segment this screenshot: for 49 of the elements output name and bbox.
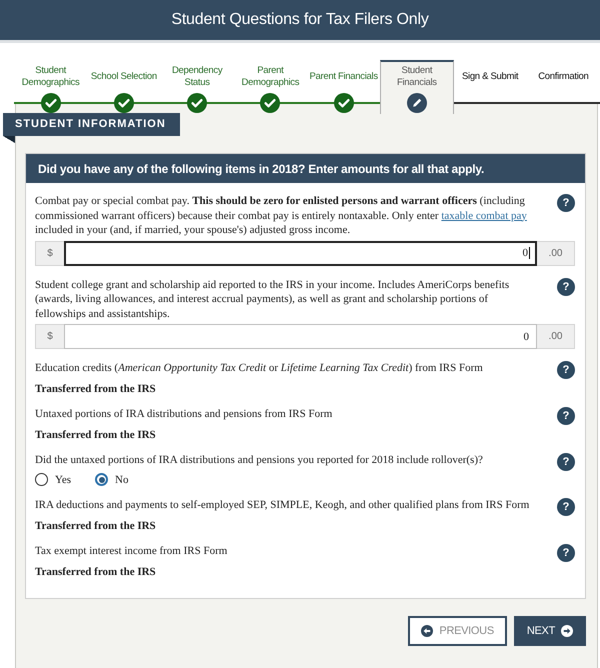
status-text: Transferred from the IRS [35,429,157,441]
radio-button[interactable] [95,473,108,486]
amount-field[interactable]: 0 [64,240,537,266]
next-button[interactable]: NEXT [514,616,586,646]
help-button[interactable]: ? [557,194,575,212]
option-label: Yes [55,474,72,486]
currency-prefix: $ [35,324,64,349]
help-button[interactable]: ? [557,361,575,379]
status-text: Transferred from the IRS [35,566,157,578]
check-icon [114,93,134,113]
status-text: Transferred from the IRS [35,520,157,532]
help-button[interactable]: ? [557,278,575,296]
check-icon [260,93,280,113]
radio-button[interactable] [35,473,48,486]
step-tab[interactable]: School Selection [87,60,160,114]
help-button[interactable]: ? [557,407,575,425]
step-tab[interactable]: Parent Demographics [234,60,307,114]
question-text: Untaxed portions of IRA distributions and pensions from IRS Form [35,407,334,422]
option-label: No [115,474,128,486]
cents-suffix: .00 [537,240,575,266]
cents-suffix: .00 [537,324,575,349]
step-tab[interactable]: Sign & Submit [454,60,527,114]
amount-field[interactable]: 0 [64,324,537,349]
text-link[interactable]: taxable combat pay [441,210,527,222]
pencil-icon [406,93,427,113]
card-heading: Did you have any of the following items in 2018? Enter amounts for all that apply. [26,154,585,183]
question-text: Education credits (American Opportunity Tax Credit or Lifetime Learning Tax Credit) from IRS Form [35,361,484,376]
step-tab[interactable]: Dependency Status [160,60,234,114]
step-tab[interactable]: Student Financials [380,60,454,114]
step-tab[interactable]: Student Demographics [14,60,88,114]
step-tab[interactable]: Confirmation [526,60,600,114]
check-icon [40,93,61,113]
question-text: Tax exempt interest income from IRS Form [35,544,228,559]
left-arrow-icon [421,625,434,637]
check-icon [187,93,208,113]
help-button[interactable]: ? [557,498,575,516]
right-arrow-icon [561,625,573,637]
check-icon [334,93,354,113]
section-banner: STUDENT INFORMATION [3,113,180,143]
help-button[interactable]: ? [557,544,575,562]
status-text: Transferred from the IRS [35,383,157,395]
step-tab[interactable]: Parent Financials [307,60,380,114]
currency-prefix: $ [35,240,64,266]
page-title: Student Questions for Tax Filers Only [0,0,600,43]
question-text: IRA deductions and payments to self-employed SEP, SIMPLE, Keogh, and other qualified plans from IRS Form [35,498,530,513]
question-text: Did the untaxed portions of IRA distributions and pensions you reported for 2018 include rollover(s)? [35,453,484,468]
question-text: Student college grant and scholarship aid reported to the IRS in your income. Includes AmeriCorps benefits (awards, living allowances, and interest accrual payments), as well as grant and scholarship portions of fellowships and assistantships. [35,278,510,321]
question-text: Combat pay or special combat pay. This should be zero for enlisted persons and warrant officers (including commissioned warrant officers) because their combat pay is entirely nontaxable. Only enter taxable combat pay included in your (and, if married, your spouse's) adjusted gross income. [35,194,528,238]
help-button[interactable]: ? [557,453,575,471]
